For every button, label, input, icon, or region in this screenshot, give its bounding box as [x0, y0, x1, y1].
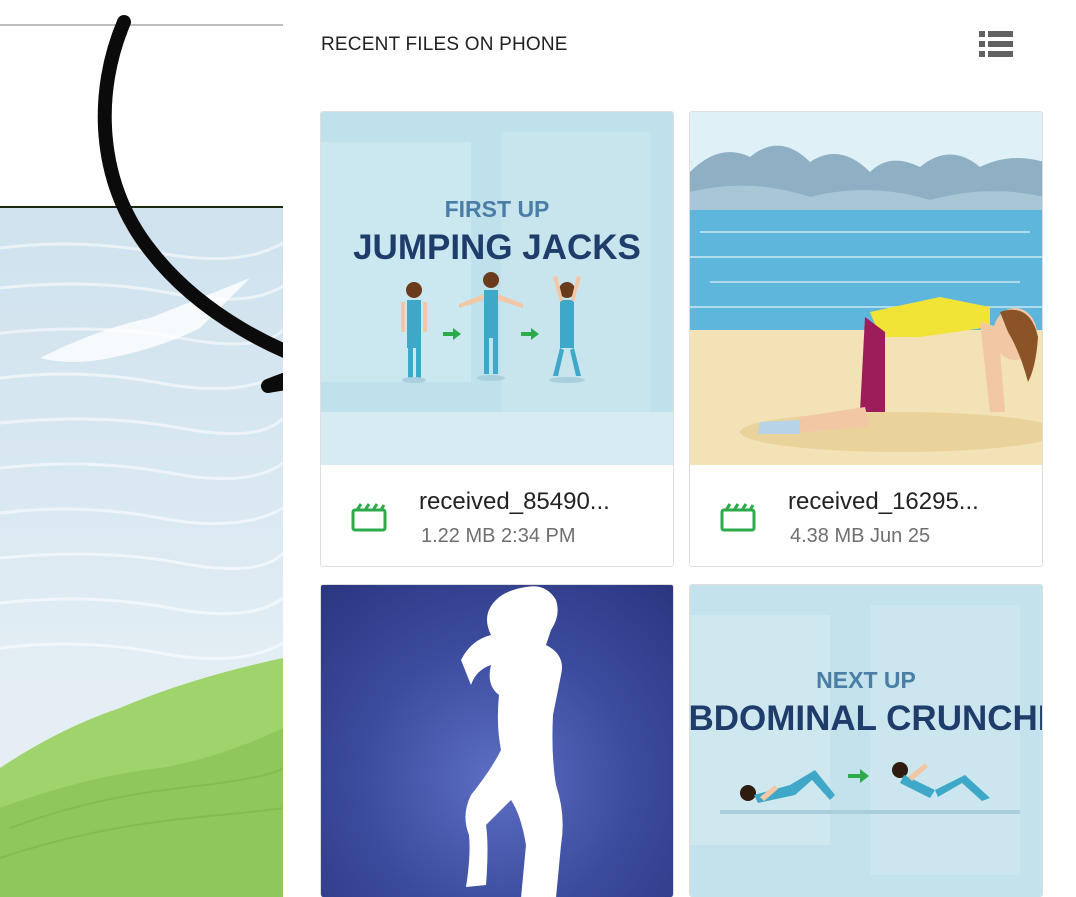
- video-thumbnail: [690, 112, 1042, 465]
- video-thumbnail: [321, 585, 673, 897]
- file-time: 2:34 PM: [501, 525, 576, 547]
- file-name: received_16295...: [788, 488, 979, 515]
- crunch-figures: [720, 762, 1020, 814]
- file-name: received_85490...: [419, 488, 610, 515]
- file-meta: received_85490... 1.22 MB 2:34 PM: [321, 465, 673, 565]
- divider: [0, 24, 283, 26]
- file-size: 1.22 MB: [421, 525, 496, 547]
- file-info: 4.38 MB Jun 25: [790, 525, 930, 548]
- video-clapper-icon: [351, 503, 387, 532]
- jumping-jacks-figures: [401, 272, 585, 383]
- video-clapper-icon: [720, 503, 756, 532]
- left-decorative-panel: [0, 0, 283, 897]
- file-card[interactable]: received_16295... 4.38 MB Jun 25: [689, 111, 1043, 567]
- list-view-icon[interactable]: [979, 30, 1013, 58]
- landscape-art: [0, 241, 283, 897]
- recent-files-panel: RECENT FILES ON PHONE FIRST UP JUMPING J…: [283, 0, 1076, 897]
- file-card[interactable]: NEXT UP BDOMINAL CRUNCHI: [689, 584, 1043, 897]
- yoga-beach-scene: [690, 112, 1042, 465]
- screenshot-page: RECENT FILES ON PHONE FIRST UP JUMPING J…: [0, 0, 1076, 897]
- video-thumbnail: FIRST UP JUMPING JACKS: [321, 112, 673, 465]
- section-title: RECENT FILES ON PHONE: [321, 34, 568, 55]
- file-meta: received_16295... 4.38 MB Jun 25: [690, 465, 1042, 565]
- file-size: 4.38 MB: [790, 525, 865, 547]
- file-info: 1.22 MB 2:34 PM: [421, 525, 576, 548]
- dance-silhouette: [461, 586, 563, 897]
- file-card[interactable]: [320, 584, 674, 897]
- file-time: Jun 25: [870, 525, 931, 547]
- file-card[interactable]: FIRST UP JUMPING JACKS received_85490...…: [320, 111, 674, 567]
- painted-landscape: [0, 208, 283, 897]
- video-thumbnail: NEXT UP BDOMINAL CRUNCHI: [690, 585, 1042, 897]
